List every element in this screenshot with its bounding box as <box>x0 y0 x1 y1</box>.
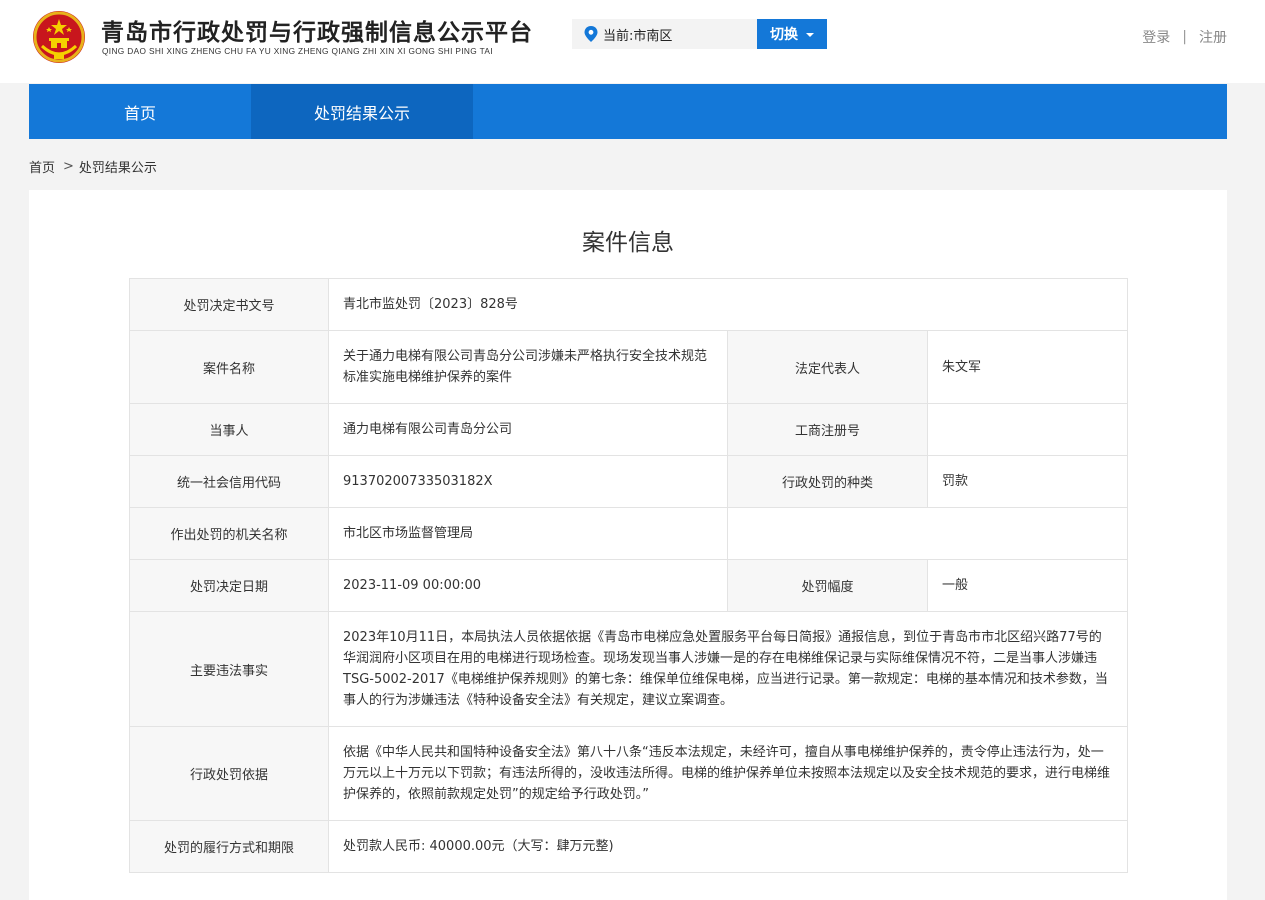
legal-rep-value: 朱文军 <box>926 330 1129 404</box>
switch-label: 切换 <box>770 27 798 43</box>
range-value: 一般 <box>926 559 1129 612</box>
national-emblem-icon <box>33 11 85 63</box>
table-row: 处罚决定日期 2023-11-09 00:00:00 处罚幅度 一般 <box>129 559 1129 612</box>
case-name-label: 案件名称 <box>129 330 329 404</box>
violation-value: 2023年10月11日，本局执法人员依据依据《青岛市电梯应急处置服务平台每日简报… <box>327 611 1129 727</box>
location-pin-icon <box>584 26 598 42</box>
authority-label: 作出处罚的机关名称 <box>129 507 329 560</box>
party-value: 通力电梯有限公司青岛分公司 <box>328 403 728 456</box>
case-name-value: 关于通力电梯有限公司青岛分公司涉嫌未严格执行安全技术规范标准实施电梯维护保养的案… <box>328 330 728 404</box>
fulfill-label: 处罚的履行方式和期限 <box>129 820 329 873</box>
biz-reg-label: 工商注册号 <box>727 403 928 456</box>
fulfill-value: 处罚款人民币: 40000.00元（大写：肆万元整) <box>327 820 1129 873</box>
credit-code-label: 统一社会信用代码 <box>129 455 329 508</box>
date-label: 处罚决定日期 <box>129 559 329 612</box>
page-title: 案件信息 <box>582 230 674 256</box>
range-label: 处罚幅度 <box>727 559 928 612</box>
penalty-type-label: 行政处罚的种类 <box>727 455 928 508</box>
basis-value: 依据《中华人民共和国特种设备安全法》第八十八条“违反本法规定，未经许可，擅自从事… <box>327 726 1129 821</box>
nav-item-home[interactable]: 首页 <box>29 84 251 139</box>
party-label: 当事人 <box>129 403 329 456</box>
location-text: 当前:市南区 <box>603 28 673 44</box>
table-row: 处罚的履行方式和期限 处罚款人民币: 40000.00元（大写：肆万元整) <box>129 820 1129 873</box>
nav-item-penalty-results[interactable]: 处罚结果公示 <box>251 84 473 139</box>
case-info-table: 处罚决定书文号 青北市监处罚〔2023〕828号 案件名称 关于通力电梯有限公司… <box>129 278 1129 873</box>
penalty-type-value: 罚款 <box>926 455 1129 508</box>
credit-code-value: 91370200733503182X <box>328 455 728 508</box>
site-header: 青岛市行政处罚与行政强制信息公示平台 QING DAO SHI XING ZHE… <box>0 0 1265 83</box>
main-nav: 首页 处罚结果公示 <box>29 84 1227 139</box>
empty-cell <box>726 507 1129 560</box>
caret-down-icon <box>806 33 814 37</box>
table-row: 作出处罚的机关名称 市北区市场监督管理局 <box>129 507 1129 560</box>
table-row: 当事人 通力电梯有限公司青岛分公司 工商注册号 <box>129 403 1129 456</box>
current-location: 当前:市南区 <box>572 19 757 49</box>
table-row: 主要违法事实 2023年10月11日，本局执法人员依据依据《青岛市电梯应急处置服… <box>129 611 1129 727</box>
table-row: 处罚决定书文号 青北市监处罚〔2023〕828号 <box>129 278 1129 331</box>
switch-location-button[interactable]: 切换 <box>757 19 827 49</box>
doc-no-label: 处罚决定书文号 <box>129 278 329 331</box>
login-link[interactable]: 登录 <box>1142 27 1170 47</box>
content-panel: 案件信息 处罚决定书文号 青北市监处罚〔2023〕828号 案件名称 关于通力电… <box>29 190 1227 900</box>
biz-reg-value <box>926 403 1129 456</box>
breadcrumb-current: 处罚结果公示 <box>78 161 157 176</box>
site-title-pinyin: QING DAO SHI XING ZHENG CHU FA YU XING Z… <box>102 46 493 56</box>
basis-label: 行政处罚依据 <box>129 726 329 821</box>
authority-value: 市北区市场监督管理局 <box>328 507 728 560</box>
date-value: 2023-11-09 00:00:00 <box>328 559 728 612</box>
table-row: 案件名称 关于通力电梯有限公司青岛分公司涉嫌未严格执行安全技术规范标准实施电梯维… <box>129 330 1129 404</box>
legal-rep-label: 法定代表人 <box>727 330 928 404</box>
breadcrumb-separator: > <box>63 159 74 174</box>
register-link[interactable]: 注册 <box>1199 27 1227 47</box>
table-row: 统一社会信用代码 91370200733503182X 行政处罚的种类 罚款 <box>129 455 1129 508</box>
site-title: 青岛市行政处罚与行政强制信息公示平台 <box>101 20 533 46</box>
breadcrumb-home[interactable]: 首页 <box>29 157 55 176</box>
auth-links: 登录 | 注册 <box>1142 27 1227 47</box>
table-row: 行政处罚依据 依据《中华人民共和国特种设备安全法》第八十八条“违反本法规定，未经… <box>129 726 1129 821</box>
violation-label: 主要违法事实 <box>129 611 329 727</box>
breadcrumb: 首页 > 处罚结果公示 <box>29 157 157 176</box>
auth-separator: | <box>1182 29 1187 45</box>
doc-no-value: 青北市监处罚〔2023〕828号 <box>327 278 1129 331</box>
